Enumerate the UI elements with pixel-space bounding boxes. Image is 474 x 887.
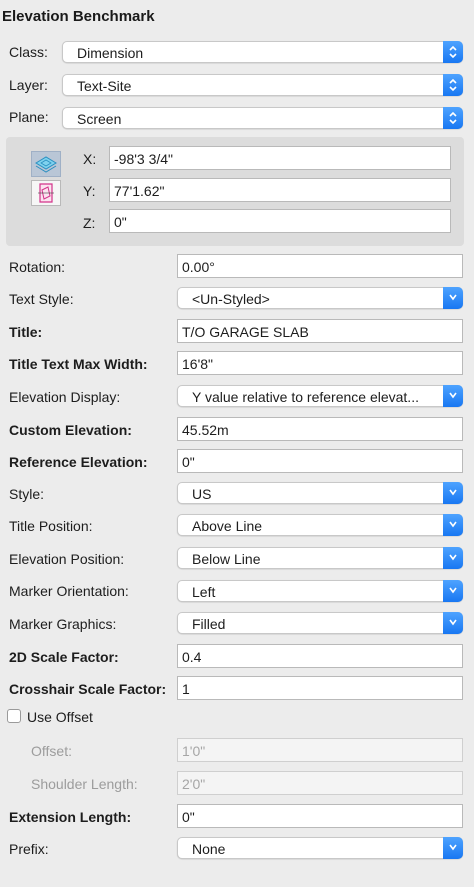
plane-select[interactable]: Screen — [62, 107, 463, 129]
top-plane-icon[interactable] — [31, 151, 61, 177]
crosshair-scale-input[interactable]: 1 — [177, 676, 463, 700]
y-label: Y: — [83, 183, 96, 199]
custom-elevation-value: 45.52m — [182, 422, 229, 438]
rotation-value: 0.00° — [182, 259, 215, 275]
title-value: T/O GARAGE SLAB — [182, 324, 309, 340]
use-offset-label: Use Offset — [27, 709, 93, 725]
text-style-label: Text Style: — [9, 291, 74, 307]
marker-graphics-label: Marker Graphics: — [9, 616, 117, 632]
layer-plane-icon[interactable] — [31, 180, 61, 206]
dropdown-arrows-icon — [443, 514, 463, 536]
marker-orientation-label: Marker Orientation: — [9, 583, 129, 599]
text-style-select[interactable]: <Un-Styled> — [177, 287, 463, 309]
dropdown-arrows-icon — [443, 107, 463, 129]
plane-label: Plane: — [9, 109, 49, 125]
use-offset-checkbox[interactable] — [7, 709, 21, 723]
extension-length-label: Extension Length: — [9, 809, 132, 825]
y-input[interactable]: 77'1.62" — [109, 178, 451, 202]
dropdown-arrows-icon — [443, 837, 463, 859]
dropdown-arrows-icon — [443, 74, 463, 96]
plane-value: Screen — [77, 111, 122, 127]
marker-graphics-value: Filled — [192, 616, 226, 632]
class-select[interactable]: Dimension — [62, 41, 463, 63]
reference-elevation-label: Reference Elevation: — [9, 454, 148, 470]
elevation-display-select[interactable]: Y value relative to reference elevat... — [177, 385, 463, 407]
layer-value: Text-Site — [77, 78, 132, 94]
offset-label: Offset: — [31, 743, 72, 759]
title-max-width-input[interactable]: 16'8" — [177, 351, 463, 375]
reference-elevation-input[interactable]: 0" — [177, 449, 463, 473]
title-position-value: Above Line — [192, 518, 263, 534]
prefix-value: None — [192, 841, 226, 857]
elevation-display-value: Y value relative to reference elevat... — [192, 389, 419, 405]
scale-2d-label: 2D Scale Factor: — [9, 649, 119, 665]
layer-label: Layer: — [9, 77, 48, 93]
crosshair-scale-value: 1 — [182, 681, 190, 697]
layer-select[interactable]: Text-Site — [62, 74, 463, 96]
scale-2d-value: 0.4 — [182, 649, 202, 665]
custom-elevation-label: Custom Elevation: — [9, 422, 132, 438]
style-select[interactable]: US — [177, 482, 463, 504]
scale-2d-input[interactable]: 0.4 — [177, 644, 463, 668]
rotation-input[interactable]: 0.00° — [177, 254, 463, 278]
shoulder-length-value: 2'0" — [182, 776, 206, 792]
z-value: 0" — [114, 214, 127, 230]
style-label: Style: — [9, 486, 45, 502]
title-label: Title: — [9, 324, 43, 340]
marker-graphics-select[interactable]: Filled — [177, 612, 463, 634]
style-value: US — [192, 486, 212, 502]
z-label: Z: — [83, 215, 96, 231]
prefix-select[interactable]: None — [177, 837, 463, 859]
shoulder-length-input: 2'0" — [177, 771, 463, 795]
dropdown-arrows-icon — [443, 287, 463, 309]
z-input[interactable]: 0" — [109, 209, 451, 233]
x-label: X: — [83, 151, 97, 167]
dropdown-arrows-icon — [443, 547, 463, 569]
elevation-position-value: Below Line — [192, 551, 261, 567]
prefix-label: Prefix: — [9, 841, 49, 857]
title-position-label: Title Position: — [9, 518, 93, 534]
x-input[interactable]: -98'3 3/4" — [109, 146, 451, 170]
extension-length-value: 0" — [182, 809, 195, 825]
marker-orientation-select[interactable]: Left — [177, 580, 463, 602]
custom-elevation-input[interactable]: 45.52m — [177, 417, 463, 441]
reference-elevation-value: 0" — [182, 454, 195, 470]
dropdown-arrows-icon — [443, 41, 463, 63]
dropdown-arrows-icon — [443, 580, 463, 602]
crosshair-scale-label: Crosshair Scale Factor: — [9, 681, 167, 697]
elevation-position-label: Elevation Position: — [9, 551, 125, 567]
title-max-width-label: Title Text Max Width: — [9, 356, 148, 372]
x-value: -98'3 3/4" — [114, 151, 174, 167]
elevation-position-select[interactable]: Below Line — [177, 547, 463, 569]
title-max-width-value: 16'8" — [182, 356, 214, 372]
offset-input: 1'0" — [177, 738, 463, 762]
title-input[interactable]: T/O GARAGE SLAB — [177, 319, 463, 343]
dropdown-arrows-icon — [443, 482, 463, 504]
elevation-display-label: Elevation Display: — [9, 389, 121, 405]
offset-value: 1'0" — [182, 743, 206, 759]
title-position-select[interactable]: Above Line — [177, 514, 463, 536]
extension-length-input[interactable]: 0" — [177, 804, 463, 828]
y-value: 77'1.62" — [114, 183, 165, 199]
class-value: Dimension — [77, 45, 144, 61]
panel-title: Elevation Benchmark — [2, 8, 155, 25]
rotation-label: Rotation: — [9, 259, 66, 275]
object-info-panel: Elevation Benchmark Class: Dimension Lay… — [0, 0, 474, 887]
dropdown-arrows-icon — [443, 385, 463, 407]
marker-orientation-value: Left — [192, 584, 216, 600]
dropdown-arrows-icon — [443, 612, 463, 634]
class-label: Class: — [9, 44, 48, 60]
shoulder-length-label: Shoulder Length: — [31, 776, 138, 792]
text-style-value: <Un-Styled> — [192, 291, 270, 307]
